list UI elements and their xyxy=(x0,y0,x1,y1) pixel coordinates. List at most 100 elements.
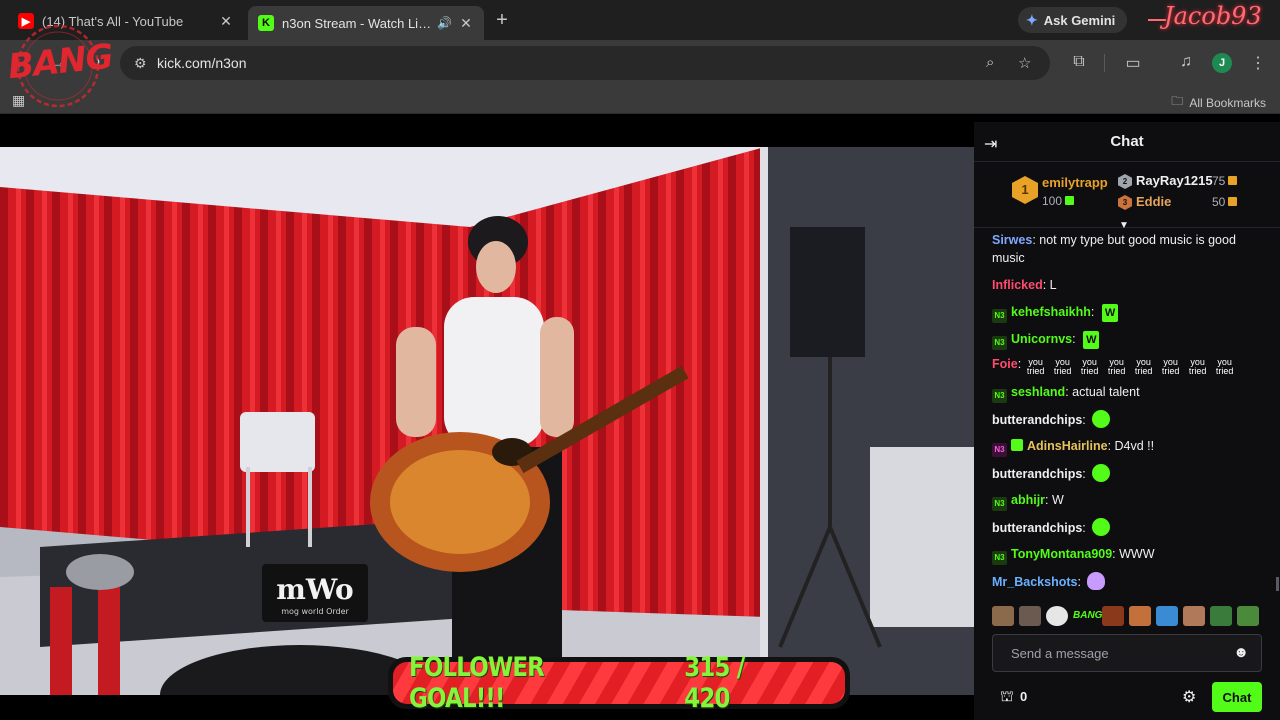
chat-message: N3 seshland: actual talent xyxy=(992,383,1268,403)
chat-header: ⇥ Chat xyxy=(974,122,1280,162)
emote-text: tried xyxy=(1053,366,1072,376)
emote-6[interactable] xyxy=(1129,606,1151,626)
zoom-icon[interactable]: ⌕ xyxy=(986,54,994,71)
close-icon[interactable]: ✕ xyxy=(458,15,474,32)
menu-icon[interactable]: ⋮ xyxy=(1248,53,1268,73)
chat-message: N3 abhijr: W xyxy=(992,491,1268,511)
bookmark-star-icon[interactable]: ☆ xyxy=(1018,54,1031,72)
emote-3[interactable] xyxy=(1046,606,1068,626)
chat-settings-icon[interactable]: ⚙ xyxy=(1182,687,1196,707)
chat-username[interactable]: AdinsHairline xyxy=(1027,439,1108,453)
rank-1-badge: 1 xyxy=(1012,176,1038,204)
chat-username[interactable]: butterandchips xyxy=(992,521,1082,535)
new-tab-button[interactable]: + xyxy=(492,9,512,31)
chat-text: WWW xyxy=(1119,547,1155,561)
chat-username[interactable]: Inflicked xyxy=(992,278,1043,292)
emote-5[interactable] xyxy=(1102,606,1124,626)
chat-message: Sirwes: not my type but good music is go… xyxy=(992,233,1236,265)
chat-panel: ⇥ Chat 1 emilytrapp 100 2 RayRay1215 75 … xyxy=(974,122,1280,720)
emote-text: tried xyxy=(1134,366,1153,376)
you-tried-emote: you tried xyxy=(1131,358,1156,376)
chat-scrollbar[interactable] xyxy=(1276,577,1279,591)
chat-username[interactable]: Sirwes xyxy=(992,233,1032,247)
all-bookmarks-button[interactable]: 🗀 All Bookmarks xyxy=(1171,92,1266,113)
emote-1[interactable] xyxy=(992,606,1014,626)
chat-message: butterandchips: xyxy=(992,410,1268,429)
profile-avatar[interactable]: J xyxy=(1212,53,1232,73)
all-bookmarks-label: All Bookmarks xyxy=(1189,95,1266,110)
rank-3-badge: 3 xyxy=(1118,195,1132,210)
site-info-icon[interactable]: ⚙ xyxy=(134,55,147,72)
emote-bang[interactable]: BANG xyxy=(1073,606,1102,626)
tab-title: n3on Stream - Watch Live on Kick xyxy=(282,15,433,31)
chat-message-input[interactable] xyxy=(993,635,1223,671)
subscriber-badge-icon: N3 xyxy=(992,309,1007,323)
goal-count: 315 / 420 xyxy=(683,652,745,714)
media-control-icon[interactable]: ♫ xyxy=(1176,53,1196,71)
chat-username[interactable]: abhijr xyxy=(1011,493,1045,507)
chat-text: D4vd !! xyxy=(1114,439,1155,453)
gemini-icon: ✦ xyxy=(1026,11,1038,28)
extensions-icon[interactable]: ⧉ xyxy=(1069,53,1089,71)
emote-8[interactable] xyxy=(1183,606,1205,626)
chat-text: actual talent xyxy=(1072,385,1140,399)
address-bar[interactable]: ⚙ kick.com/n3on ⌕ ☆ xyxy=(120,46,1050,80)
chat-text: W xyxy=(1052,493,1064,507)
send-chat-button[interactable]: Chat xyxy=(1212,682,1262,712)
chat-username[interactable]: Mr_Backshots xyxy=(992,575,1077,589)
emote-text: tried xyxy=(1215,366,1234,376)
leaderboard-user-2[interactable]: RayRay1215 xyxy=(1136,173,1213,188)
chat-username[interactable]: TonyMontana909 xyxy=(1011,547,1112,561)
leaderboard-user-3[interactable]: Eddie xyxy=(1136,194,1171,209)
tab-kick[interactable]: K n3on Stream - Watch Live on Kick 🔊 ✕ xyxy=(248,6,484,40)
chat-message: N3 kehefshaikhh: W xyxy=(992,303,1268,323)
chat-username[interactable]: kehefshaikhh xyxy=(1011,305,1091,319)
subscriber-badge-icon: N3 xyxy=(992,497,1007,511)
w-emote: W xyxy=(1083,331,1100,349)
gift-icon xyxy=(1065,196,1075,205)
emote-text: tried xyxy=(1188,366,1207,376)
leaderboard-points-3: 50 xyxy=(1212,195,1238,209)
leaderboard-user-1[interactable]: emilytrapp xyxy=(1042,175,1108,190)
emote-7[interactable] xyxy=(1156,606,1178,626)
speaker-icon[interactable]: 🔊 xyxy=(437,16,452,30)
you-tried-emote: you tried xyxy=(1185,358,1210,376)
url-text[interactable]: kick.com/n3on xyxy=(157,55,246,71)
chat-username[interactable]: Unicornvs xyxy=(1011,332,1072,346)
video-player[interactable]: mWo mog world Order FOLLOWER GOAL!!! 315… xyxy=(0,122,974,720)
ghost-emote xyxy=(1086,572,1105,590)
gifter-badge-icon xyxy=(1011,439,1023,451)
toolbar-divider xyxy=(1104,54,1105,72)
chat-username[interactable]: butterandchips xyxy=(992,413,1082,427)
points-value: 75 xyxy=(1212,174,1226,188)
emoji-picker-icon[interactable]: ☻ xyxy=(1233,644,1249,661)
chat-input-box[interactable]: ☻ xyxy=(992,634,1262,672)
chat-username[interactable]: Foie xyxy=(992,357,1018,371)
emote-2[interactable] xyxy=(1019,606,1041,626)
ask-gemini-button[interactable]: ✦ Ask Gemini xyxy=(1018,7,1128,33)
chat-message: Inflicked: L xyxy=(992,278,1057,292)
stream-video-frame[interactable]: mWo mog world Order xyxy=(0,147,974,695)
gift-icon xyxy=(1228,176,1238,185)
chat-username[interactable]: butterandchips xyxy=(992,467,1082,481)
chat-message: N3 TonyMontana909: WWW xyxy=(992,545,1268,565)
goal-label: FOLLOWER GOAL!!! xyxy=(409,652,545,714)
emote-text: tried xyxy=(1107,366,1126,376)
bang-stamp-watermark: BANG xyxy=(2,24,114,108)
chat-messages[interactable]: Sirwes: not my type but good music is go… xyxy=(974,229,1280,599)
emote-10[interactable] xyxy=(1237,606,1259,626)
chat-text: L xyxy=(1049,278,1057,292)
channel-points-icon[interactable]: ⛫ xyxy=(1000,688,1014,707)
emote-9[interactable] xyxy=(1210,606,1232,626)
chat-username[interactable]: seshland xyxy=(1011,385,1065,399)
quick-emote-bar: BANG xyxy=(992,606,1268,628)
emote-text: tried xyxy=(1161,366,1180,376)
close-icon[interactable]: ✕ xyxy=(218,13,234,30)
you-tried-emote: you tried xyxy=(1212,358,1237,376)
mwo-sign-subtext: mog world Order xyxy=(281,607,349,616)
cast-icon[interactable]: ▭ xyxy=(1123,53,1143,73)
bookmarks-bar: ▦ 🗀 All Bookmarks xyxy=(0,86,1280,114)
chat-message: Foie: you triedyou triedyou triedyou triedyou… xyxy=(992,355,1268,376)
kick-page: mWo mog world Order FOLLOWER GOAL!!! 315… xyxy=(0,122,1280,720)
you-tried-emote: you tried xyxy=(1050,358,1075,376)
